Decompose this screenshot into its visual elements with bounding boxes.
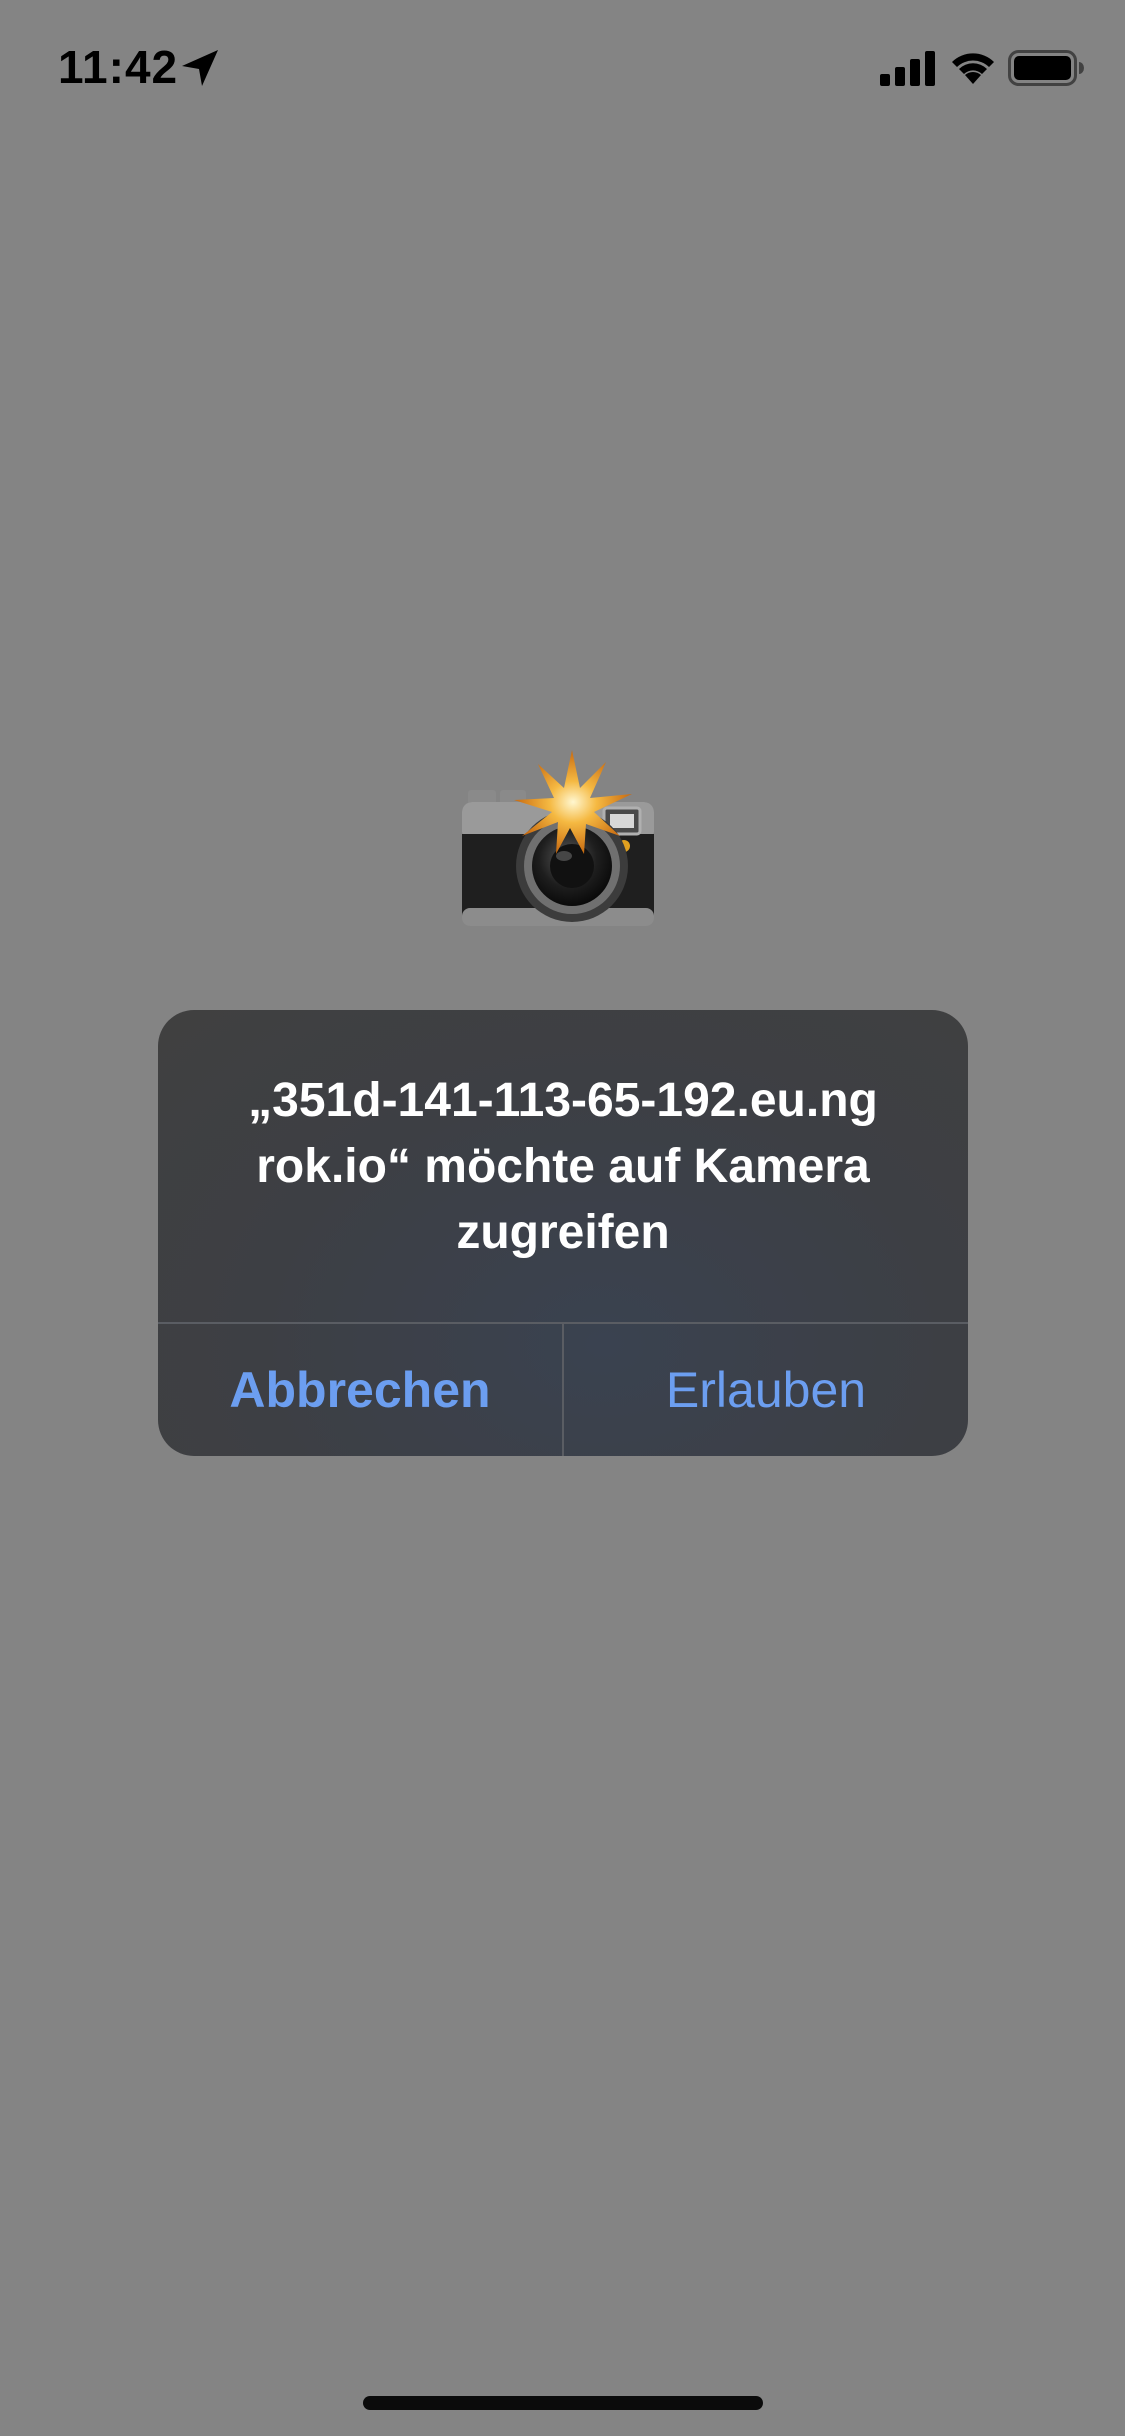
- screen: 11:42 „351d-141-113-65-192.eu.ng rok.io“…: [0, 0, 1125, 2436]
- cellular-signal-icon: [880, 51, 935, 86]
- alert-message: „351d-141-113-65-192.eu.ng rok.io“ möcht…: [248, 1074, 878, 1259]
- status-time: 11:42: [58, 41, 179, 93]
- cancel-button[interactable]: Abbrechen: [158, 1324, 562, 1456]
- allow-button[interactable]: Erlauben: [564, 1324, 968, 1456]
- wifi-icon: [952, 53, 994, 84]
- location-arrow-icon: [182, 50, 218, 86]
- home-indicator[interactable]: [363, 2396, 763, 2410]
- camera-permission-alert: „351d-141-113-65-192.eu.ng rok.io“ möcht…: [158, 1010, 968, 1456]
- camera-with-flash-icon: [462, 750, 654, 926]
- status-bar: 11:42: [0, 0, 1125, 132]
- battery-icon: [1008, 50, 1084, 86]
